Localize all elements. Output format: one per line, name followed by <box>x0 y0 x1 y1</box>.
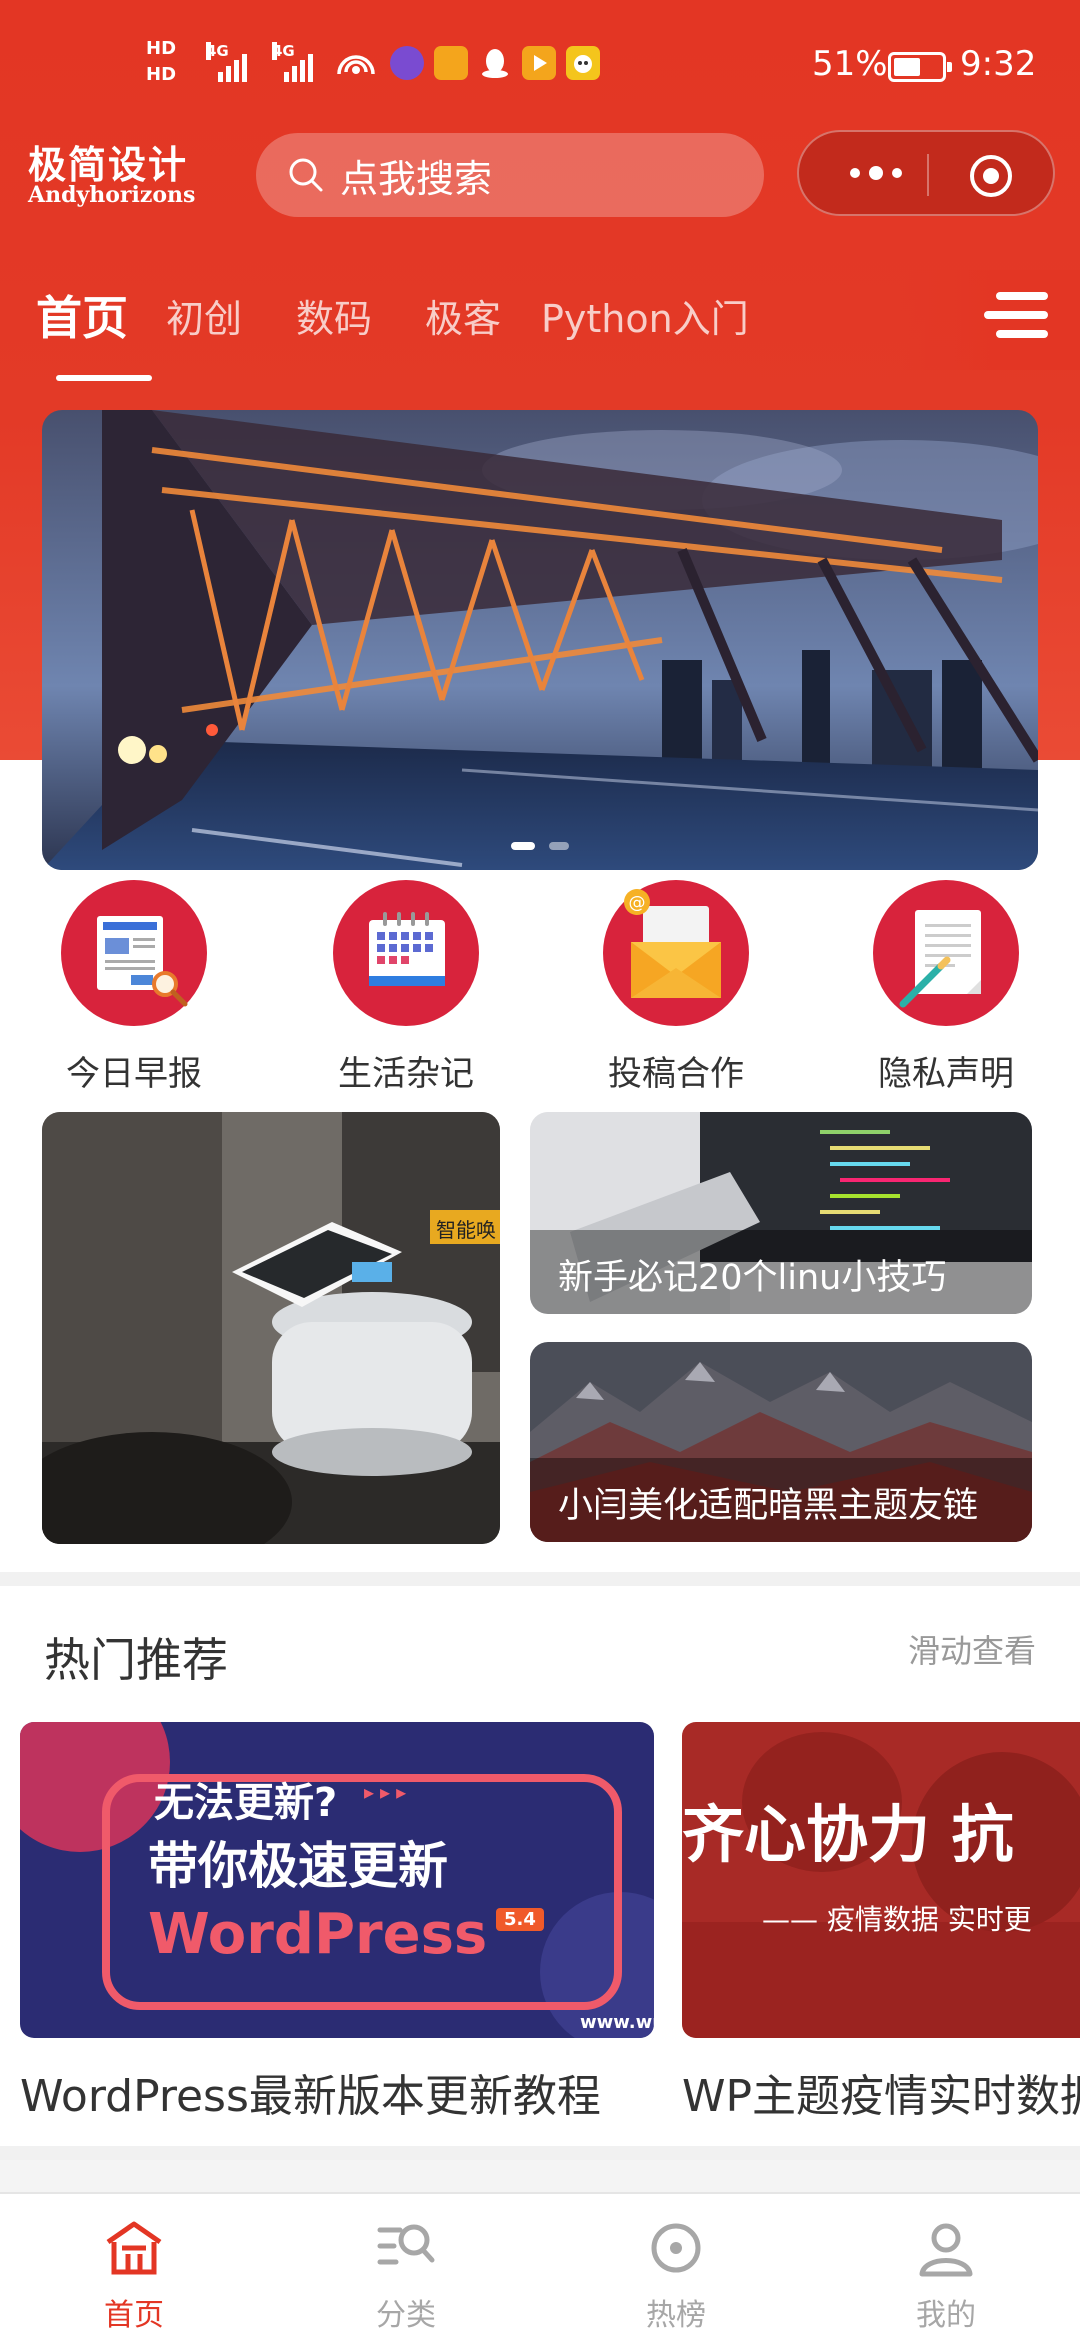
tabbar-hot[interactable]: 热榜 <box>596 2218 756 2334</box>
signal-icon-2: 4G <box>272 42 313 82</box>
tab-home[interactable]: 首页 <box>36 282 128 348</box>
network-label-2: 4G <box>272 42 295 60</box>
carousel-dot[interactable] <box>549 842 569 850</box>
banner-subtitle: —— 疫情数据 实时更 <box>762 1903 1032 1936</box>
status-bar: HD HD 4G 4G 51% 9:32 <box>0 0 1080 130</box>
nav-label: 隐私声明 <box>878 1054 1014 1094</box>
arrow-decoration-icon: ▸▸▸ <box>364 1780 413 1804</box>
search-bar[interactable]: 点我搜索 <box>256 133 764 217</box>
epidemic-data-banner <box>682 1722 1080 2038</box>
version-badge: 5.4 <box>496 1908 544 1931</box>
user-icon <box>919 2223 973 2277</box>
tab-python[interactable]: Python入门 <box>541 288 749 343</box>
hotspot-icon <box>337 55 375 75</box>
hot-circle-icon <box>651 2223 701 2273</box>
banner-line-1: 无法更新? <box>154 1780 338 1826</box>
capsule-separator <box>927 154 929 196</box>
tabbar-profile[interactable]: 我的 <box>866 2218 1026 2334</box>
more-dots-icon[interactable] <box>831 158 921 188</box>
nav-life-notes[interactable]: 生活杂记 <box>306 880 506 1095</box>
banner-line-2: 带你极速更新 <box>148 1837 448 1895</box>
nav-label: 投稿合作 <box>608 1054 744 1094</box>
battery-percent: 51% <box>812 44 888 84</box>
category-search-icon <box>377 2224 435 2265</box>
featured-card-theme[interactable]: 小闫美化适配暗黑主题友链 <box>530 1342 1032 1542</box>
active-tab-indicator <box>56 375 152 381</box>
calendar-icon <box>333 880 479 1026</box>
menu-icon[interactable] <box>982 286 1056 344</box>
envelope-icon: @ <box>603 880 749 1026</box>
clock: 9:32 <box>960 44 1037 84</box>
section-divider <box>0 2146 1080 2160</box>
document-pen-icon <box>873 880 1019 1026</box>
nav-daily-news[interactable]: 今日早报 <box>34 880 234 1095</box>
tabbar-label: 首页 <box>104 2298 164 2333</box>
nav-privacy[interactable]: 隐私声明 <box>846 880 1046 1095</box>
hd-badges: HD HD <box>146 36 196 88</box>
network-label-1: 4G <box>206 42 229 60</box>
banner-slogan: 齐心协力 抗 <box>682 1798 1014 1871</box>
banner-line-3: WordPress <box>148 1902 488 1967</box>
hot-card-epidemic[interactable]: 齐心协力 抗 —— 疫情数据 实时更 <box>682 1722 1080 2038</box>
home-icon <box>106 2221 162 2275</box>
video-app-icon <box>522 46 556 80</box>
newspaper-icon <box>61 880 207 1026</box>
tab-geek[interactable]: 极客 <box>425 288 501 343</box>
app-notification-icon <box>434 46 468 80</box>
hot-section: 热门推荐 滑动查看 无法更新? ▸▸▸ 带你极速更新 WordPress 5.4… <box>0 1586 1080 2146</box>
nav-contribute[interactable]: @ 投稿合作 <box>576 880 776 1095</box>
nav-label: 今日早报 <box>66 1054 202 1094</box>
featured-card-main[interactable]: 智能唤 <box>42 1112 500 1544</box>
smart-speaker-photo <box>42 1112 500 1544</box>
carousel-indicators <box>42 842 1038 850</box>
hot-section-title: 热门推荐 <box>44 1633 228 1687</box>
battery-icon <box>888 52 952 82</box>
tabbar-home[interactable]: 首页 <box>54 2218 214 2334</box>
banner-url: www.wp <box>580 2012 654 2033</box>
nav-label: 生活杂记 <box>338 1054 474 1094</box>
tab-digital[interactable]: 数码 <box>296 288 372 343</box>
search-placeholder: 点我搜索 <box>340 156 493 201</box>
miniprogram-capsule <box>797 130 1055 216</box>
featured-card-linux[interactable]: 新手必记20个linu小技巧 <box>530 1112 1032 1314</box>
notification-app-icons <box>390 46 600 80</box>
featured-main-tag: 智能唤 <box>436 1218 496 1242</box>
hd2-label: HD <box>146 64 177 85</box>
logo-subtitle: Andyhorizons <box>28 182 196 208</box>
logo-title: 极简设计 <box>28 143 189 187</box>
hd1-label: HD <box>146 38 177 59</box>
qq-icon <box>478 46 512 80</box>
target-circle-icon[interactable] <box>967 152 1015 200</box>
search-icon <box>289 158 323 192</box>
app-notification-icon <box>390 46 424 80</box>
hot-card-caption: WordPress最新版本更新教程 <box>20 2071 601 2122</box>
signal-icon-1: 4G <box>206 42 247 82</box>
tab-startup[interactable]: 初创 <box>166 288 242 343</box>
bridge-photo <box>42 410 1038 870</box>
tabbar-label: 分类 <box>376 2298 436 2333</box>
swipe-hint[interactable]: 滑动查看 <box>908 1626 1036 1672</box>
banner-carousel[interactable] <box>42 410 1038 870</box>
featured-caption: 小闫美化适配暗黑主题友链 <box>558 1486 979 1526</box>
tabbar-label: 热榜 <box>646 2298 706 2333</box>
bottom-tab-bar: 首页 分类 热榜 我的 <box>0 2192 1080 2340</box>
hot-card-caption: WP主题疫情实时数据 <box>682 2071 1080 2122</box>
hot-card-wordpress[interactable]: 无法更新? ▸▸▸ 带你极速更新 WordPress 5.4 www.wp <box>20 1722 654 2038</box>
app-notification-icon <box>566 46 600 80</box>
featured-caption: 新手必记20个linu小技巧 <box>558 1258 947 1298</box>
section-divider <box>0 1572 1080 1586</box>
tabbar-category[interactable]: 分类 <box>326 2218 486 2334</box>
carousel-dot[interactable] <box>511 842 535 850</box>
svg-text:@: @ <box>629 893 646 913</box>
tabbar-label: 我的 <box>916 2298 976 2333</box>
